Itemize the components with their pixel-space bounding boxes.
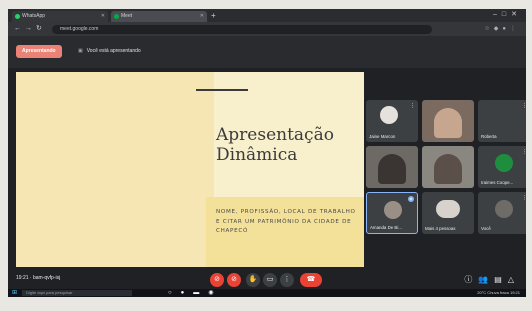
raise-hand-button[interactable]: ✋: [246, 273, 260, 287]
more-options-icon[interactable]: ⋮: [522, 149, 526, 155]
participant-video: [378, 154, 406, 184]
avatar: [380, 106, 398, 124]
participant-tile[interactable]: ⋮ Jaine Marcon: [366, 100, 418, 142]
hand-icon: ✋: [248, 276, 258, 283]
browser-tab-strip: WhatsApp ✕ Meet ✕ + –□✕: [8, 9, 526, 22]
hang-up-icon: ☎: [306, 276, 316, 283]
close-icon[interactable]: ✕: [200, 11, 204, 22]
participant-tile[interactable]: ⋮ Iraimes Coope...: [478, 146, 526, 188]
leave-call-button[interactable]: ☎: [300, 273, 322, 287]
taskbar-search[interactable]: Digite aqui para pesquisar: [22, 290, 132, 296]
activities-icon[interactable]: △: [508, 275, 520, 284]
participant-name: Jaine Marcon: [369, 134, 396, 139]
presenting-message: ▣ Você está apresentando: [78, 45, 141, 58]
meet-controls-bar: 19:21 · bam-qvfp-isj ⊘ ⊘ ✋ ▭ ⋮ ☎ ⓘ👥▤△: [8, 271, 526, 289]
address-bar-row: ←→↻ meet.google.com ☆◆●⋮: [8, 22, 526, 36]
participant-tile[interactable]: [422, 100, 474, 142]
window-controls: –□✕: [493, 10, 522, 18]
more-options-icon[interactable]: ⋮: [410, 103, 415, 109]
participant-tile[interactable]: [366, 146, 418, 188]
new-tab-button[interactable]: +: [211, 11, 216, 20]
meeting-info: 19:21 · bam-qvfp-isj: [16, 275, 61, 281]
slide-decor-bar: [196, 89, 248, 91]
more-options-icon[interactable]: ⋮: [522, 195, 526, 201]
folder-icon[interactable]: ▬: [193, 290, 208, 296]
chrome-icon[interactable]: ◉: [208, 290, 222, 296]
taskbar-apps: ○●▬◉: [168, 289, 223, 297]
participant-tile[interactable]: ● Amanda De Bi...: [366, 192, 418, 234]
close-icon[interactable]: ✕: [101, 11, 105, 22]
camera-off-button[interactable]: ⊘: [227, 273, 241, 287]
participant-name: Roberta: [481, 134, 497, 139]
slide-text-box: NOME, PROFISSÃO, LOCAL DE TRABALHO E CIT…: [206, 197, 364, 267]
participant-name: Amanda De Bi...: [370, 225, 402, 230]
edge-icon[interactable]: ●: [181, 290, 194, 296]
tab-whatsapp[interactable]: WhatsApp ✕: [12, 11, 108, 22]
info-icon[interactable]: ⓘ: [464, 275, 478, 284]
shared-slide: Apresentação Dinâmica NOME, PROFISSÃO, L…: [16, 72, 364, 267]
avatar: [495, 200, 513, 218]
avatar: [384, 201, 402, 219]
forward-icon[interactable]: →: [25, 25, 36, 32]
slide-left-panel: [16, 72, 214, 267]
participant-tile[interactable]: ⋮ Você: [478, 192, 526, 234]
screen: WhatsApp ✕ Meet ✕ + –□✕ ←→↻ meet.google.…: [8, 9, 526, 297]
address-bar-icons: ☆◆●⋮: [484, 25, 520, 32]
avatar-stack: [436, 200, 460, 218]
back-icon[interactable]: ←: [14, 25, 25, 32]
mic-off-button[interactable]: ⊘: [210, 273, 224, 287]
meet-header: Apresentando ▣ Você está apresentando: [8, 36, 526, 68]
participant-video: [434, 108, 462, 138]
windows-taskbar: ⊞ Digite aqui para pesquisar ○●▬◉ 20°C C…: [8, 289, 526, 297]
side-panel-icons: ⓘ👥▤△: [464, 274, 520, 285]
tab-label: WhatsApp: [22, 13, 46, 19]
participant-name: Iraimes Coope...: [481, 180, 514, 185]
more-vert-icon: ⋮: [283, 276, 291, 283]
camera-off-icon: ⊘: [231, 276, 237, 283]
menu-icon[interactable]: ⋮: [510, 26, 520, 32]
chat-icon[interactable]: ▤: [494, 275, 508, 284]
captions-icon: ▭: [266, 276, 274, 283]
whatsapp-icon: [15, 14, 20, 19]
meet-icon: [114, 14, 119, 19]
nav-buttons: ←→↻: [14, 24, 46, 32]
more-options-button[interactable]: ⋮: [280, 273, 294, 287]
star-icon[interactable]: ☆: [484, 26, 493, 32]
avatar: [495, 154, 513, 172]
windows-start-icon[interactable]: ⊞: [12, 290, 17, 296]
participant-video: [434, 154, 462, 184]
captions-button[interactable]: ▭: [263, 273, 277, 287]
screen-share-icon: ▣: [78, 48, 83, 54]
participant-name: Você: [481, 226, 491, 231]
people-icon[interactable]: 👥: [478, 275, 494, 284]
more-options-icon[interactable]: ⋮: [522, 103, 526, 109]
minimize-icon[interactable]: –: [493, 11, 502, 18]
profile-icon[interactable]: ●: [502, 26, 510, 32]
tab-meet[interactable]: Meet ✕: [111, 11, 207, 22]
tab-label: Meet: [121, 13, 133, 19]
participant-name: Mais 4 pessoas: [425, 226, 456, 231]
task-view-icon[interactable]: ○: [168, 290, 181, 296]
reload-icon[interactable]: ↻: [36, 25, 46, 32]
slide-body: NOME, PROFISSÃO, LOCAL DE TRABALHO E CIT…: [216, 209, 356, 234]
url-field[interactable]: meet.google.com: [52, 25, 432, 34]
slide-title: Apresentação Dinâmica: [216, 125, 334, 165]
pin-icon[interactable]: ●: [408, 196, 414, 202]
presenting-chip[interactable]: Apresentando: [16, 45, 62, 58]
maximize-icon[interactable]: □: [502, 11, 511, 18]
system-tray: 20°C Chuva fraca 19:21: [477, 290, 520, 295]
participant-tile[interactable]: ⋮ Roberta: [478, 100, 526, 142]
participant-tile[interactable]: Mais 4 pessoas: [422, 192, 474, 234]
participant-tile[interactable]: [422, 146, 474, 188]
presenting-message-text: Você está apresentando: [86, 48, 141, 54]
close-window-icon[interactable]: ✕: [511, 11, 522, 18]
mic-off-icon: ⊘: [214, 276, 220, 283]
